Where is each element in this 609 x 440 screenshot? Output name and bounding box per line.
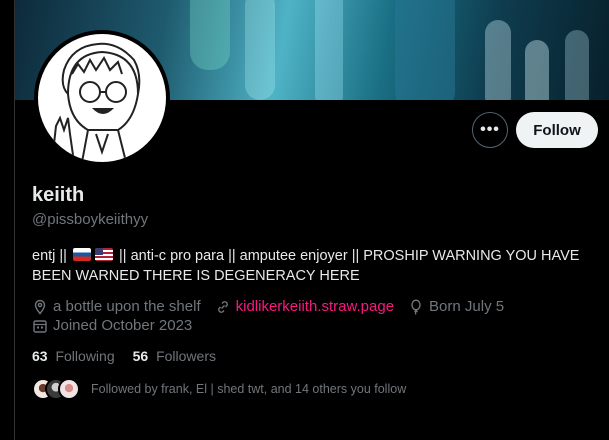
followers-count: 56	[132, 348, 149, 364]
bio-text-end: || anti-c pro para || amputee enjoyer ||…	[32, 248, 580, 284]
website-item[interactable]: kidlikerkeiith.straw.page	[215, 298, 394, 315]
joined-item: Joined October 2023	[32, 317, 192, 334]
profile-avatar[interactable]	[34, 30, 170, 166]
location-text: a bottle upon the shelf	[53, 298, 201, 315]
avatar-drawing	[51, 42, 141, 162]
followers-link[interactable]: 56 Followers	[133, 348, 216, 364]
birthday-text: Born July 5	[429, 298, 505, 315]
follower-avatar	[58, 378, 80, 400]
followed-by-text: Followed by frank, El | shed twt, and 14…	[91, 382, 407, 396]
calendar-icon	[33, 319, 47, 333]
following-label: Following	[55, 348, 115, 364]
flag-usa-icon	[94, 248, 113, 261]
balloon-icon	[411, 298, 421, 315]
more-options-button[interactable]: •••	[472, 112, 508, 148]
location-icon	[34, 299, 46, 315]
followed-by-row[interactable]: Followed by frank, El | shed twt, and 14…	[32, 378, 406, 400]
following-link[interactable]: 63 Following	[32, 348, 115, 364]
more-icon: •••	[480, 121, 500, 138]
link-icon	[217, 300, 228, 313]
user-handle: @pissboykeiithyy	[32, 211, 149, 228]
following-count: 63	[32, 348, 48, 364]
flag-russia-icon	[72, 248, 91, 261]
follow-stats: 63 Following 56 Followers	[32, 348, 234, 364]
location-item: a bottle upon the shelf	[32, 298, 201, 315]
display-name: keiith	[32, 184, 85, 206]
birthday-item: Born July 5	[408, 298, 504, 315]
profile-meta-row-1: a bottle upon the shelf kidlikerkeiith.s…	[32, 298, 518, 315]
bio-text-start: entj ||	[32, 248, 67, 264]
joined-text: Joined October 2023	[53, 317, 193, 334]
followers-label: Followers	[156, 348, 216, 364]
profile-bio: entj || || anti-c pro para || amputee en…	[32, 246, 592, 286]
website-link[interactable]: kidlikerkeiith.straw.page	[236, 298, 394, 315]
profile-meta-row-2: Joined October 2023	[32, 317, 206, 334]
follow-button[interactable]: Follow	[516, 112, 598, 148]
